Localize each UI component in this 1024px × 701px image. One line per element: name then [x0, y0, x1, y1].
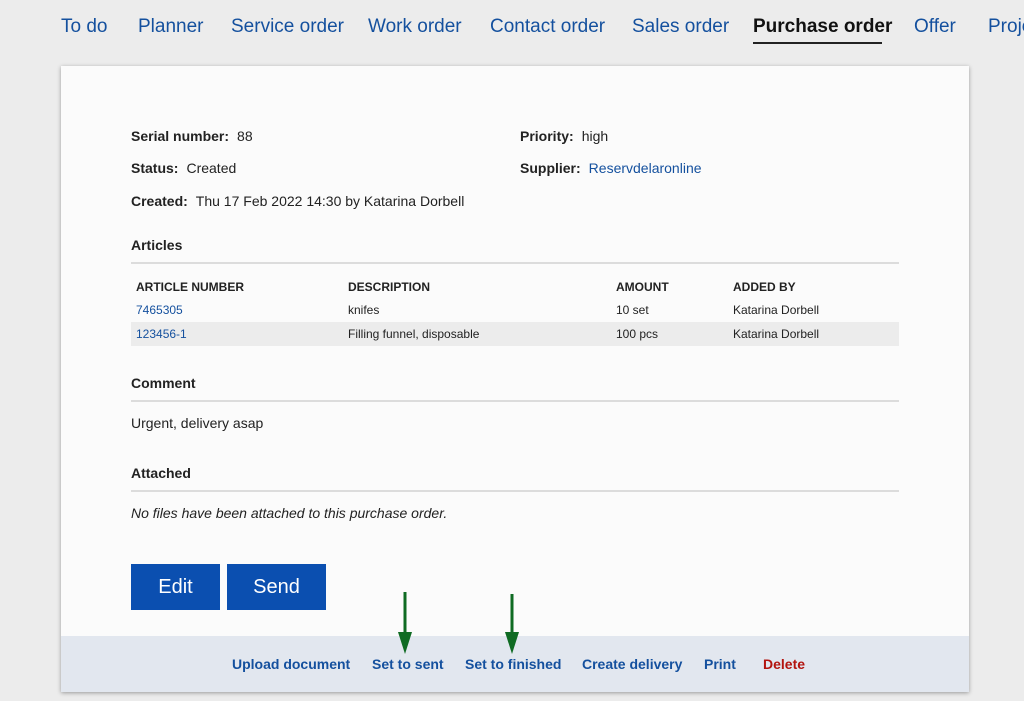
status-value: Created: [186, 160, 237, 176]
col-article-number: ARTICLE NUMBER: [136, 280, 244, 294]
supplier-label: Supplier:: [520, 160, 581, 176]
active-tab-underline: [753, 42, 882, 44]
col-amount: AMOUNT: [616, 280, 669, 294]
created-label: Created:: [131, 193, 188, 209]
status-row: Status: Created: [131, 159, 236, 177]
supplier-link[interactable]: Reservdelaronline: [589, 160, 702, 176]
attached-divider: [131, 490, 899, 492]
tab-to-do[interactable]: To do: [61, 14, 107, 40]
send-button[interactable]: Send: [227, 564, 326, 610]
article-number-link[interactable]: 123456-1: [136, 322, 187, 346]
print-link[interactable]: Print: [704, 655, 736, 673]
supplier-row: Supplier: Reservdelaronline: [520, 159, 702, 177]
tab-planner[interactable]: Planner: [138, 14, 204, 40]
tab-sales-order[interactable]: Sales order: [632, 14, 729, 40]
priority-label: Priority:: [520, 128, 574, 144]
upload-document-link[interactable]: Upload document: [232, 655, 350, 673]
tab-project[interactable]: Proje: [988, 14, 1024, 40]
serial-number-row: Serial number: 88: [131, 127, 253, 145]
set-to-finished-link[interactable]: Set to finished: [465, 655, 561, 673]
article-description: Filling funnel, disposable: [348, 327, 480, 341]
priority-value: high: [581, 128, 609, 144]
create-delivery-link[interactable]: Create delivery: [582, 655, 682, 673]
tab-contact-order[interactable]: Contact order: [490, 14, 605, 40]
articles-divider: [131, 262, 899, 264]
article-description: knifes: [348, 303, 380, 317]
edit-button[interactable]: Edit: [131, 564, 220, 610]
tab-service-order[interactable]: Service order: [231, 14, 344, 40]
created-value: Thu 17 Feb 2022 14:30 by Katarina Dorbel…: [195, 193, 465, 209]
col-added-by: ADDED BY: [733, 280, 796, 294]
down-arrow-icon: [398, 592, 412, 654]
comment-divider: [131, 400, 899, 402]
article-number-link[interactable]: 7465305: [136, 298, 183, 322]
down-arrow-icon: [505, 594, 519, 654]
attached-heading: Attached: [131, 465, 191, 481]
table-row: 7465305 knifes 10 set Katarina Dorbell: [131, 298, 899, 322]
article-added-by: Katarina Dorbell: [733, 327, 820, 341]
serial-number-value: 88: [237, 128, 253, 144]
article-amount: 10 set: [616, 303, 649, 317]
set-to-sent-link[interactable]: Set to sent: [372, 655, 444, 673]
articles-table-header: ARTICLE NUMBER DESCRIPTION AMOUNT ADDED …: [131, 276, 899, 298]
no-files-message: No files have been attached to this purc…: [131, 505, 448, 521]
article-amount: 100 pcs: [616, 327, 659, 341]
created-row: Created: Thu 17 Feb 2022 14:30 by Katarin…: [131, 192, 464, 210]
top-navigation: To do Planner Service order Work order C…: [0, 0, 1024, 60]
col-description: DESCRIPTION: [348, 280, 431, 294]
article-added-by: Katarina Dorbell: [733, 303, 820, 317]
delete-link[interactable]: Delete: [763, 655, 805, 673]
comment-heading: Comment: [131, 375, 196, 391]
tab-offer[interactable]: Offer: [914, 14, 956, 40]
comment-text: Urgent, delivery asap: [131, 415, 264, 431]
priority-row: Priority: high: [520, 127, 608, 145]
articles-heading: Articles: [131, 237, 183, 253]
status-label: Status:: [131, 160, 179, 176]
serial-number-label: Serial number:: [131, 128, 230, 144]
table-row: 123456-1 Filling funnel, disposable 100 …: [131, 322, 899, 346]
articles-table: ARTICLE NUMBER DESCRIPTION AMOUNT ADDED …: [131, 276, 899, 346]
tab-purchase-order[interactable]: Purchase order: [753, 14, 892, 40]
tab-work-order[interactable]: Work order: [368, 14, 462, 40]
